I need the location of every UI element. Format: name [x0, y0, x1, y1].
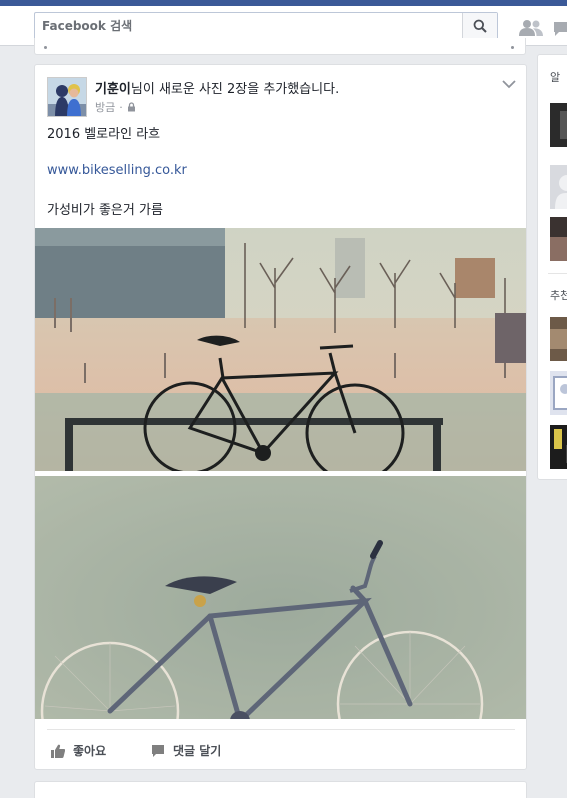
author-name-link[interactable]: 기훈이 [95, 82, 131, 97]
next-story-card [34, 781, 527, 798]
sidebar-thumbnail[interactable] [550, 217, 567, 261]
post-headline: 기훈이님이 새로운 사진 2장을 추가했습니다. [95, 78, 339, 97]
privacy-lock-icon[interactable] [127, 102, 136, 112]
post-text-line: 2016 벨로라인 라흐 [47, 127, 161, 142]
search-input[interactable] [35, 13, 463, 39]
post-timestamp-link[interactable]: 방금 [95, 99, 115, 115]
divider-dot [44, 46, 47, 49]
bicycle-photo-image [35, 476, 526, 719]
search-button[interactable] [462, 13, 497, 39]
post-photo-2[interactable] [35, 476, 526, 719]
messages-icon[interactable] [553, 19, 567, 37]
author-avatar[interactable] [47, 77, 87, 117]
right-sidebar: 알 추천 [537, 54, 567, 480]
sidebar-divider [548, 273, 567, 274]
post-text-line: 가성비가 좋은거 가름 [47, 203, 163, 218]
sidebar-section-label: 추천 [550, 289, 567, 302]
bicycle-photo-image [35, 228, 526, 471]
post-photo-1[interactable] [35, 228, 526, 471]
search-icon [473, 19, 487, 33]
friend-requests-icon[interactable] [519, 19, 543, 37]
divider-dot [511, 46, 514, 49]
post-actions-bar: 좋아요 댓글 달기 [47, 729, 515, 767]
meta-separator: · [119, 100, 123, 114]
comment-button[interactable]: 댓글 달기 [151, 742, 221, 759]
sidebar-thumbnail[interactable] [550, 425, 567, 469]
feed-post: 기훈이님이 새로운 사진 2장을 추가했습니다. 방금 · 2016 벨로라인 … [34, 64, 527, 770]
post-action-text: 님이 새로운 사진 2장을 추가했습니다. [130, 82, 340, 97]
like-label: 좋아요 [73, 744, 107, 758]
sidebar-thumbnail[interactable] [550, 371, 567, 415]
search-box [34, 12, 498, 40]
previous-story-card [34, 38, 526, 55]
post-text-link[interactable]: www.bikeselling.co.kr [47, 163, 187, 178]
sidebar-thumbnail[interactable] [550, 317, 567, 361]
sidebar-section-label: 알 [550, 71, 561, 84]
like-button[interactable]: 좋아요 [51, 742, 106, 759]
post-meta: 방금 · [95, 99, 136, 115]
post-options-chevron-icon[interactable] [502, 79, 516, 89]
sidebar-thumbnail[interactable] [550, 165, 567, 209]
comment-label: 댓글 달기 [173, 744, 222, 758]
comment-bubble-icon [152, 744, 164, 757]
thumbs-up-icon [51, 744, 65, 758]
sidebar-thumbnail[interactable] [550, 103, 567, 147]
